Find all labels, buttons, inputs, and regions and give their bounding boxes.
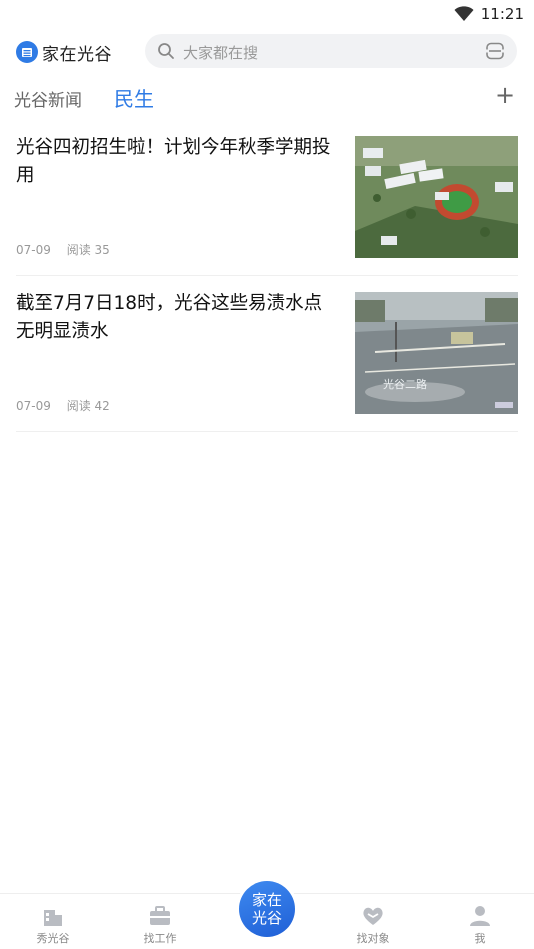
search-icon (158, 43, 174, 59)
nav-find-partner[interactable]: 找对象 (343, 894, 403, 949)
news-title[interactable]: 光谷四初招生啦！计划今年秋季学期投用 (16, 134, 334, 190)
news-meta: 07-09 阅读 42 (16, 397, 110, 414)
scan-icon[interactable] (485, 41, 505, 61)
add-tab-icon[interactable]: + (494, 82, 516, 108)
news-read-count: 阅读 35 (66, 243, 110, 257)
tab-guanggu-news[interactable]: 光谷新闻 (14, 86, 82, 111)
nav-label: 找工作 (143, 932, 177, 945)
nav-xiu-guanggu[interactable]: 秀光谷 (23, 894, 83, 949)
app-logo[interactable]: 家在光谷 (16, 39, 112, 65)
wifi-icon (454, 6, 474, 21)
center-line-1: 家在 (251, 891, 282, 909)
search-placeholder: 大家都在搜 (183, 44, 259, 62)
news-item[interactable]: 截至7月7日18时，光谷这些易渍水点无明显渍水 07-09 阅读 42 光谷二路 (16, 276, 518, 432)
logo-icon (16, 41, 38, 63)
center-line-2: 光谷 (251, 909, 282, 927)
tab-minsheng[interactable]: 民生 (114, 83, 154, 112)
status-bar: 11:21 (0, 0, 534, 28)
nav-label: 秀光谷 (36, 932, 70, 945)
building-icon (44, 910, 62, 926)
status-time: 11:21 (480, 5, 524, 23)
thumb-caption: 光谷二路 (383, 378, 427, 391)
news-thumbnail-road[interactable]: 光谷二路 (355, 292, 518, 414)
news-thumbnail-school[interactable] (355, 136, 518, 258)
nav-label: 我 (474, 932, 486, 945)
briefcase-icon (150, 906, 170, 925)
nav-find-job[interactable]: 找工作 (130, 894, 190, 949)
news-item[interactable]: 光谷四初招生啦！计划今年秋季学期投用 07-09 阅读 35 (16, 120, 518, 276)
home-center-button[interactable]: 家在 光谷 (236, 878, 298, 940)
news-meta: 07-09 阅读 35 (16, 241, 110, 258)
user-icon (470, 906, 490, 926)
app-header: 家在光谷 大家都在搜 (0, 30, 534, 74)
heart-icon (363, 907, 383, 925)
category-tabs: 光谷新闻 民生 + (0, 80, 534, 120)
nav-me[interactable]: 我 (450, 894, 510, 949)
home-center-circle: 家在 光谷 (239, 881, 295, 937)
search-bar[interactable]: 大家都在搜 (145, 34, 517, 68)
news-title[interactable]: 截至7月7日18时，光谷这些易渍水点无明显渍水 (16, 290, 334, 346)
news-date: 07-09 (16, 243, 51, 257)
news-date: 07-09 (16, 399, 51, 413)
news-read-count: 阅读 42 (66, 399, 110, 413)
app-name: 家在光谷 (42, 44, 112, 65)
nav-label: 找对象 (356, 932, 390, 945)
